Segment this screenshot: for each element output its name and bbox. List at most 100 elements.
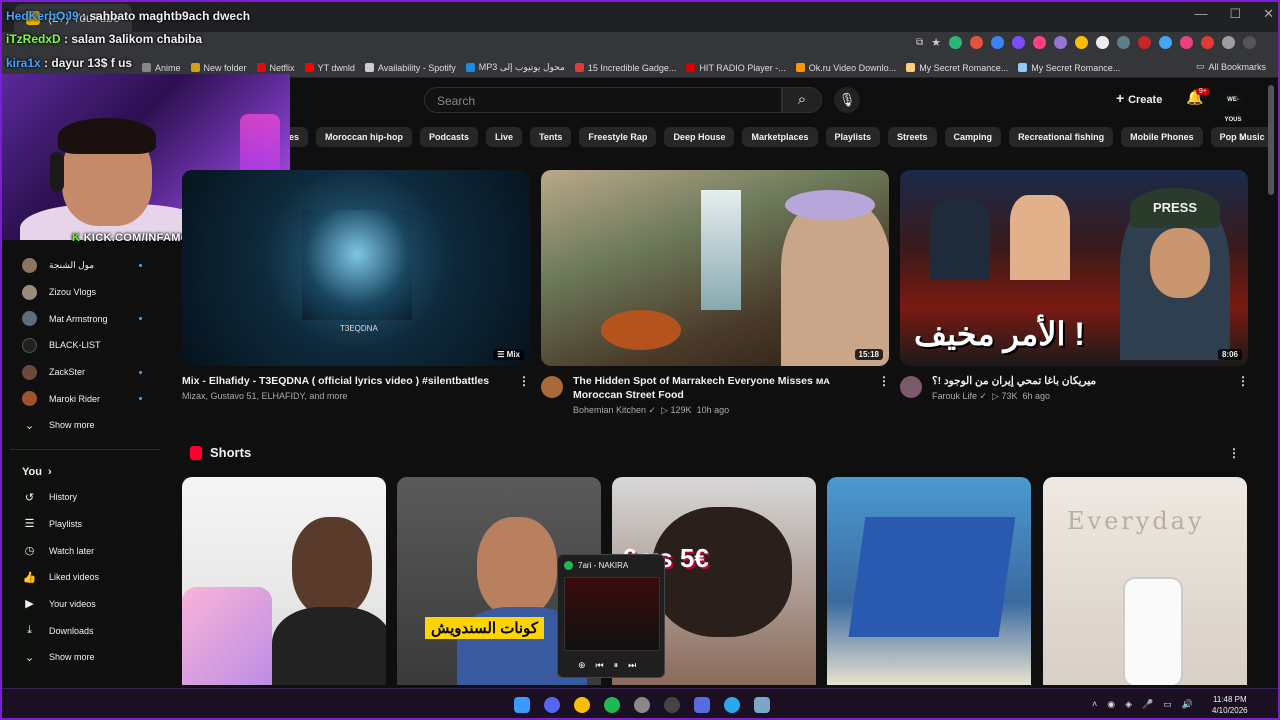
bookmark-item[interactable]: My Secret Romance... (906, 63, 1008, 73)
sidebar-item-sub[interactable]: BLACK-LIST (0, 332, 164, 359)
sidebar-item-history[interactable]: ↺ History (0, 484, 164, 511)
telegram-icon[interactable] (724, 697, 740, 713)
minimize-icon[interactable]: — (1194, 6, 1207, 22)
short-thumbnail[interactable] (827, 477, 1031, 685)
sidebar-item-watch-later[interactable]: ◷ Watch later (0, 537, 164, 564)
star-icon[interactable]: ★ (931, 36, 941, 49)
page-scrollbar[interactable] (1268, 85, 1274, 195)
network-icon[interactable]: ▭ (1163, 699, 1172, 710)
more-options-icon[interactable]: ⋮ (878, 374, 890, 388)
bookmark-item[interactable]: 15 Incredible Gadge... (574, 63, 676, 73)
tray-app-icon[interactable]: ◉ (1107, 699, 1115, 710)
install-icon[interactable]: ⧉ (916, 37, 923, 48)
account-avatar[interactable]: WE-YOUS (1222, 90, 1244, 123)
discord-tray-icon[interactable]: ◈ (1125, 699, 1132, 710)
sidebar-item-sub[interactable]: Zizou Vlogs (0, 279, 164, 306)
short-thumbnail[interactable] (182, 477, 386, 685)
extension-icon[interactable] (1180, 36, 1193, 49)
start-icon[interactable] (514, 697, 530, 713)
video-thumbnail[interactable]: PRESS الأمر مخيف ! 8:06 (900, 170, 1248, 366)
filter-chip[interactable]: Streets (888, 127, 937, 147)
more-options-icon[interactable]: ⋮ (1228, 446, 1240, 460)
video-title[interactable]: Mix - Elhafidy - T3EQDNA ( official lyri… (182, 374, 522, 388)
channel-avatar[interactable] (900, 376, 922, 398)
app-icon[interactable] (754, 697, 770, 713)
filter-chip[interactable]: Live (486, 127, 523, 147)
voice-search-button[interactable]: 🎙 (834, 87, 860, 113)
video-thumbnail[interactable]: 15:18 (541, 170, 889, 366)
bookmark-item[interactable]: Anime (142, 63, 181, 73)
obs-icon[interactable] (634, 697, 650, 713)
sidebar-show-more[interactable]: ⌄ Show more (0, 412, 164, 439)
filter-chip[interactable]: Mobile Phones (1121, 127, 1203, 147)
next-icon[interactable]: ⏭ (628, 660, 636, 671)
sidebar-item-sub[interactable]: Maroki Rider (0, 385, 164, 412)
sidebar-you-header[interactable]: You › (0, 460, 164, 484)
chrome-icon[interactable] (574, 697, 590, 713)
filter-chip[interactable]: Podcasts (420, 127, 479, 147)
search-button[interactable]: ⌕ (782, 87, 822, 113)
filter-chip[interactable]: Recreational fishing (1009, 127, 1114, 147)
extension-icon[interactable] (1012, 36, 1025, 49)
bookmark-item[interactable]: YT dwnld (304, 63, 355, 73)
channel-avatar[interactable] (541, 376, 563, 398)
mini-player[interactable]: 7ari - NAKIRA ⊕ ⏮ ⏸ ⏭ (557, 554, 665, 678)
close-icon[interactable]: ✕ (1263, 6, 1274, 22)
all-bookmarks[interactable]: ▭ All Bookmarks (1196, 61, 1266, 72)
bookmark-item[interactable]: New folder (190, 63, 247, 73)
chevron-up-icon[interactable]: ˄ (1092, 699, 1097, 710)
extension-icon[interactable] (970, 36, 983, 49)
taskbar-clock[interactable]: 11:48 PM 4/10/2026 (1212, 694, 1248, 716)
more-options-icon[interactable]: ⋮ (518, 374, 530, 388)
extension-icon[interactable] (1075, 36, 1088, 49)
more-options-icon[interactable]: ⋮ (1237, 374, 1249, 388)
app-icon[interactable] (694, 697, 710, 713)
sidebar-item-downloads[interactable]: ⤓ Downloads (0, 617, 164, 644)
video-title[interactable]: ميريكان باغا تمحي إيران من الوجود !؟ (932, 374, 1232, 388)
bookmark-item[interactable]: HIT RADIO Player -... (686, 63, 786, 73)
sidebar-item-playlists[interactable]: ☰ Playlists (0, 511, 164, 538)
bookmark-item[interactable]: My Secret Romance... (1018, 63, 1120, 73)
mic-icon[interactable]: 🎤 (1142, 699, 1153, 710)
previous-icon[interactable]: ⏮ (596, 660, 604, 671)
filter-chip[interactable]: Playlists (825, 127, 881, 147)
sidebar-show-more-2[interactable]: ⌄ Show more (0, 644, 164, 671)
filter-chip[interactable]: Moroccan hip-hop (316, 127, 413, 147)
sidebar-item-sub[interactable]: مول الشنجة (0, 252, 164, 279)
extension-icon[interactable] (1159, 36, 1172, 49)
extensions-puzzle-icon[interactable] (1222, 36, 1235, 49)
maximize-icon[interactable]: ☐ (1229, 6, 1241, 22)
add-icon[interactable]: ⊕ (578, 660, 586, 671)
pause-icon[interactable]: ⏸ (614, 660, 619, 671)
sidebar-item-liked[interactable]: 👍 Liked videos (0, 564, 164, 591)
filter-chip[interactable]: Marketplaces (742, 127, 818, 147)
sidebar-item-your-videos[interactable]: ▶ Your videos (0, 591, 164, 618)
video-title[interactable]: The Hidden Spot of Marrakech Everyone Mi… (573, 374, 873, 402)
app-icon[interactable] (664, 697, 680, 713)
bookmark-item[interactable]: MP3 محول يوتيوب إلى (465, 62, 565, 73)
filter-chip[interactable]: Deep House (664, 127, 735, 147)
extension-icon[interactable] (1096, 36, 1109, 49)
sidebar-item-sub[interactable]: Mat Armstrong (0, 305, 164, 332)
create-button[interactable]: + Create (1116, 90, 1162, 106)
discord-icon[interactable] (544, 697, 560, 713)
video-thumbnail[interactable]: T3EQDNA ☰ Mix (182, 170, 530, 366)
short-thumbnail[interactable]: Everyday (1043, 477, 1247, 685)
filter-chip[interactable]: Freestyle Rap (579, 127, 657, 147)
extension-icon[interactable] (949, 36, 962, 49)
extension-icon[interactable] (1201, 36, 1214, 49)
extension-icon[interactable] (1054, 36, 1067, 49)
chevron-right-icon[interactable]: › (1240, 130, 1244, 144)
extension-icon[interactable] (1138, 36, 1151, 49)
sidebar-item-sub[interactable]: ZackSter (0, 359, 164, 386)
volume-icon[interactable]: 🔊 (1182, 699, 1193, 710)
profile-avatar-icon[interactable] (1243, 36, 1256, 49)
filter-chip[interactable]: Tents (530, 127, 572, 147)
extension-icon[interactable] (1117, 36, 1130, 49)
extension-icon[interactable] (1033, 36, 1046, 49)
bookmark-item[interactable]: Ok.ru Video Downlo... (795, 63, 896, 73)
spotify-icon[interactable] (604, 697, 620, 713)
extension-icon[interactable] (991, 36, 1004, 49)
bookmark-item[interactable]: Availability - Spotify (364, 63, 456, 73)
filter-chip[interactable]: Camping (944, 127, 1002, 147)
